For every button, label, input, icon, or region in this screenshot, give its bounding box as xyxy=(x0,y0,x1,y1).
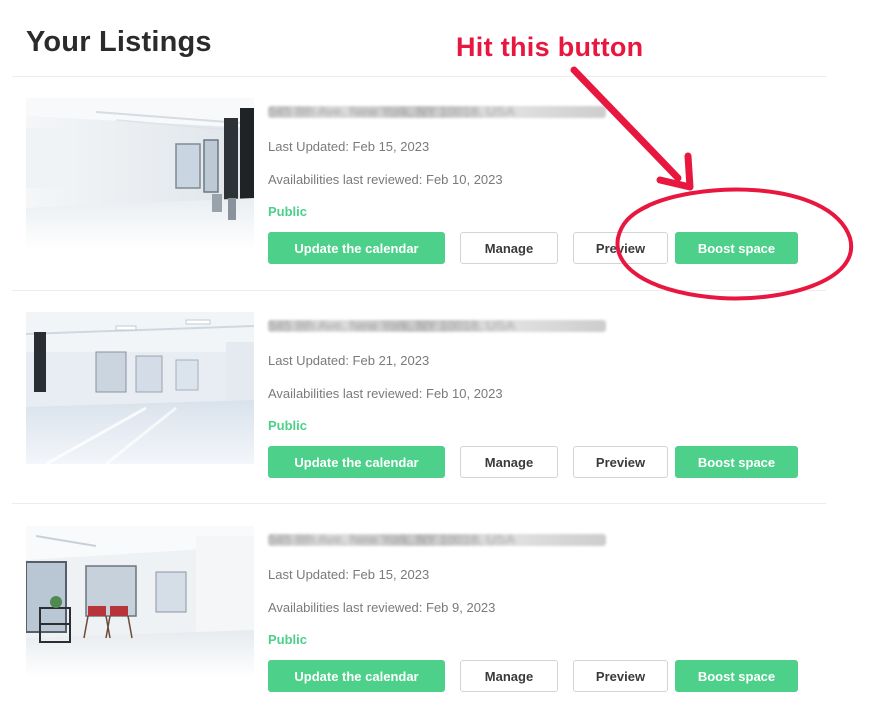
preview-button[interactable]: Preview xyxy=(573,660,668,692)
address-redacted: 545 8th Ave, New York, NY 10018, USA xyxy=(268,320,606,332)
studio-photo-2 xyxy=(26,312,254,464)
update-calendar-button[interactable]: Update the calendar xyxy=(268,660,445,692)
availability-reviewed-text: Availabilities last reviewed: Feb 9, 202… xyxy=(268,600,496,615)
listing-card: 545 8th Ave, New York, NY 10018, USA Las… xyxy=(0,76,874,290)
update-calendar-button[interactable]: Update the calendar xyxy=(268,232,445,264)
address-redacted: 545 8th Ave, New York, NY 10018, USA xyxy=(268,106,606,118)
manage-button[interactable]: Manage xyxy=(460,660,558,692)
listing-photo[interactable] xyxy=(26,526,254,678)
status-badge: Public xyxy=(268,418,308,433)
address-redacted: 545 8th Ave, New York, NY 10018, USA xyxy=(268,534,606,546)
listing-card: 545 8th Ave, New York, NY 10018, USA Las… xyxy=(0,290,874,504)
listing-photo[interactable] xyxy=(26,98,254,250)
page-title: Your Listings xyxy=(26,26,212,58)
availability-reviewed-text: Availabilities last reviewed: Feb 10, 20… xyxy=(268,386,503,401)
availability-reviewed-text: Availabilities last reviewed: Feb 10, 20… xyxy=(268,172,503,187)
preview-button[interactable]: Preview xyxy=(573,232,668,264)
manage-button[interactable]: Manage xyxy=(460,232,558,264)
boost-space-button[interactable]: Boost space xyxy=(675,232,798,264)
listing-photo[interactable] xyxy=(26,312,254,464)
studio-photo-3 xyxy=(26,526,254,678)
annotation-label: Hit this button xyxy=(456,32,644,62)
preview-button[interactable]: Preview xyxy=(573,446,668,478)
listing-card: 545 8th Ave, New York, NY 10018, USA Las… xyxy=(0,504,874,718)
status-badge: Public xyxy=(268,204,308,219)
manage-button[interactable]: Manage xyxy=(460,446,558,478)
last-updated-text: Last Updated: Feb 21, 2023 xyxy=(268,353,430,368)
boost-space-button[interactable]: Boost space xyxy=(675,446,798,478)
boost-space-button[interactable]: Boost space xyxy=(675,660,798,692)
studio-photo-1 xyxy=(26,98,254,250)
last-updated-text: Last Updated: Feb 15, 2023 xyxy=(268,567,430,582)
status-badge: Public xyxy=(268,632,308,647)
last-updated-text: Last Updated: Feb 15, 2023 xyxy=(268,139,430,154)
update-calendar-button[interactable]: Update the calendar xyxy=(268,446,445,478)
